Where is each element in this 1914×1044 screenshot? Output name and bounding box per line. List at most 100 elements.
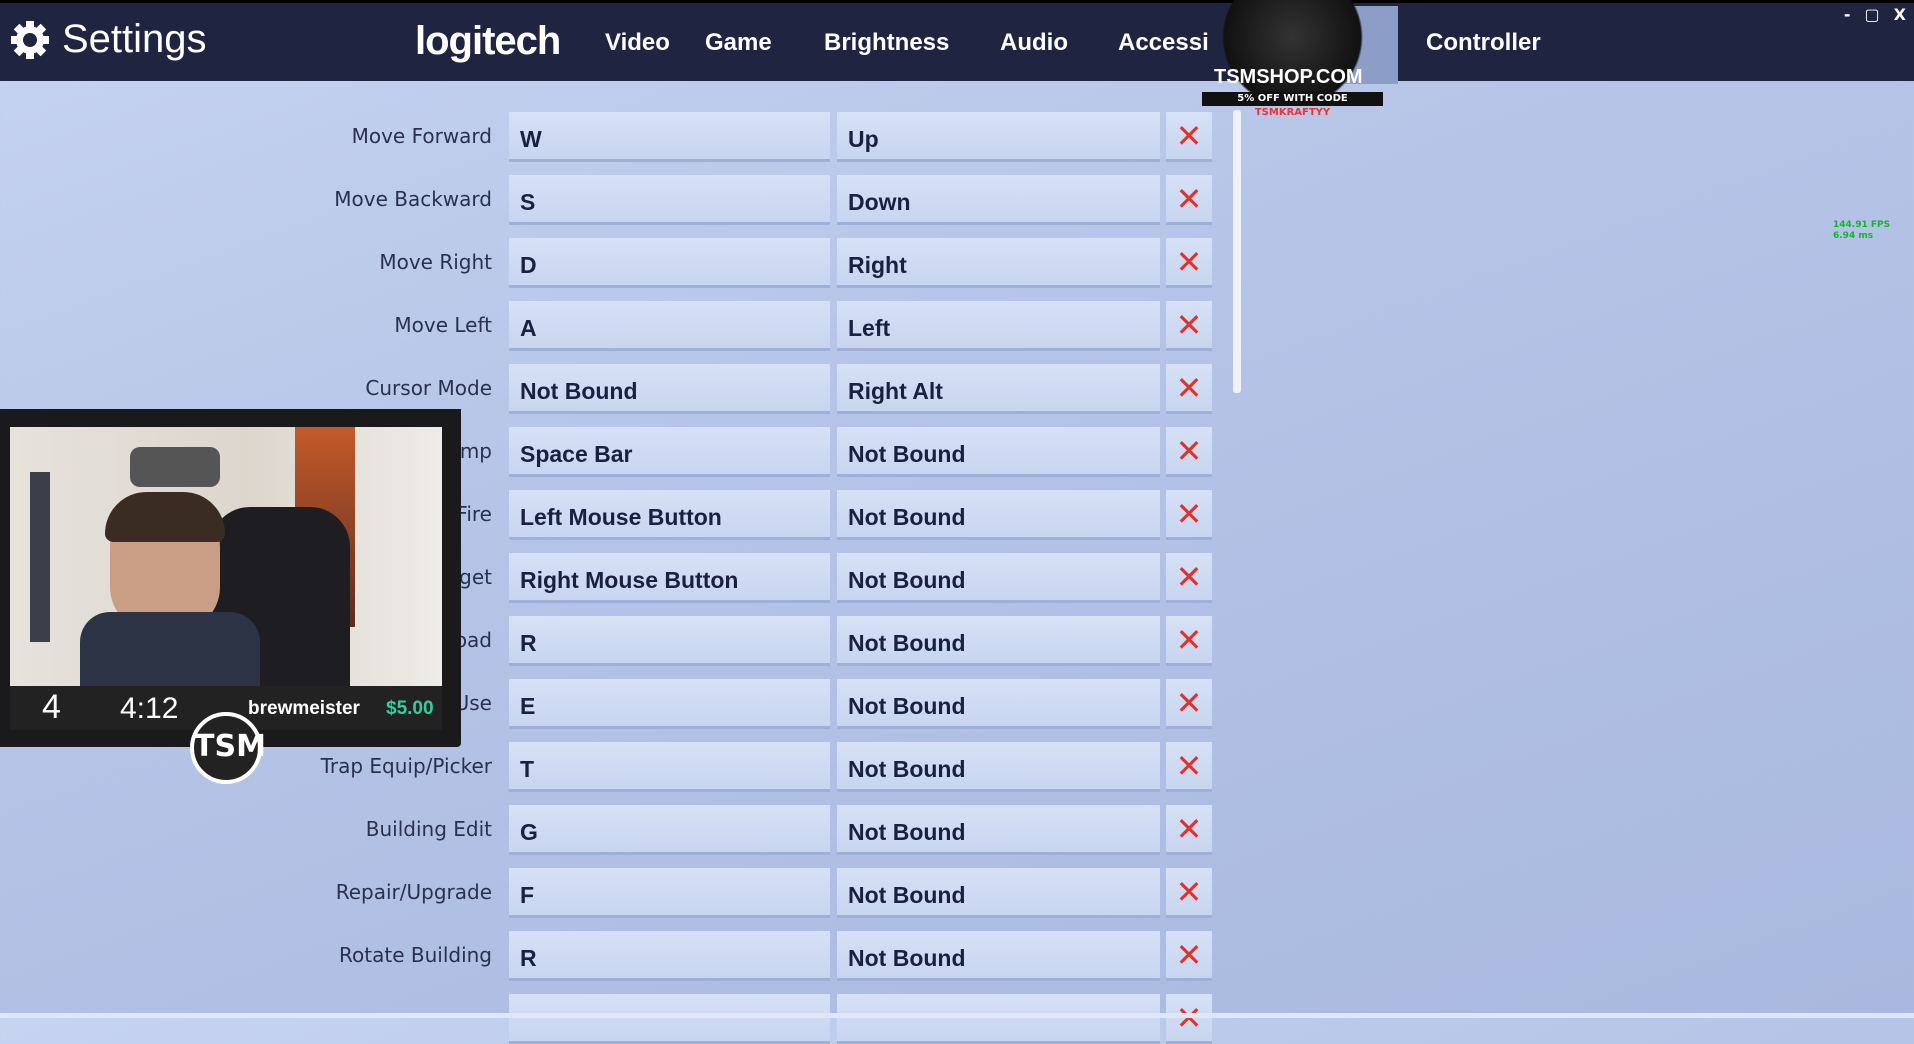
secondary-key-button[interactable]: Not Bound [837,679,1160,729]
keybind-row: Building Edit G Not Bound ✕ [0,805,1220,855]
clear-binding-button[interactable]: ✕ [1166,616,1212,666]
sub-count: 4 [42,688,61,726]
primary-key-button[interactable]: Space Bar [509,427,830,477]
tab-audio[interactable]: Audio [1000,29,1068,57]
action-label: Building Edit [365,817,492,841]
action-label: Repair/Upgrade [335,880,492,904]
tab-video[interactable]: Video [605,29,670,57]
clear-binding-button[interactable]: ✕ [1166,994,1212,1044]
primary-key-button[interactable]: Left Mouse Button [509,490,830,540]
secondary-key-button[interactable]: Not Bound [837,616,1160,666]
secondary-key-button[interactable]: Right [837,238,1160,288]
primary-key-button[interactable]: W [509,112,830,162]
secondary-key-button[interactable]: Not Bound [837,427,1160,477]
primary-key-button[interactable]: D [509,238,830,288]
close-icon: ✕ [1175,180,1203,218]
keybind-row: Move Right D Right ✕ [0,238,1220,288]
maximize-button[interactable]: ▢ [1865,5,1880,24]
minimize-button[interactable]: - [1844,5,1851,24]
secondary-key-button[interactable] [837,994,1160,1044]
primary-key-button[interactable]: R [509,931,830,981]
primary-key-button[interactable]: G [509,805,830,855]
tsm-shop-ad: TSMSHOP.COM 5% OFF WITH CODE TSMKRAFTYY [1202,0,1383,118]
scrollbar[interactable] [1233,110,1241,393]
primary-key-button[interactable]: F [509,868,830,918]
keybind-row: Trap Equip/Picker T Not Bound ✕ [0,742,1220,792]
secondary-key-button[interactable]: Down [837,175,1160,225]
title-text: Settings [62,17,207,61]
secondary-key-button[interactable]: Not Bound [837,805,1160,855]
close-button[interactable]: X [1894,5,1906,24]
action-label: Move Backward [334,187,492,211]
primary-key-button[interactable]: T [509,742,830,792]
primary-key-button[interactable]: Not Bound [509,364,830,414]
action-label: Fire [456,502,492,526]
keybind-row: Cursor Mode Not Bound Right Alt ✕ [0,364,1220,414]
primary-key-button[interactable]: S [509,175,830,225]
gear-icon [11,20,49,59]
window-controls: - ▢ X [1844,5,1906,24]
logitech-logo: logitech [415,19,561,63]
action-label: Move Right [379,250,492,274]
close-icon: ✕ [1175,432,1203,470]
secondary-key-button[interactable]: Not Bound [837,868,1160,918]
clear-binding-button[interactable]: ✕ [1166,868,1212,918]
tab-accessibility[interactable]: Accessibility [1118,29,1208,57]
ad-site: TSMSHOP.COM [1214,66,1363,88]
primary-key-button[interactable] [509,994,830,1044]
secondary-key-button[interactable]: Right Alt [837,364,1160,414]
clear-binding-button[interactable]: ✕ [1166,427,1212,477]
clear-binding-button[interactable]: ✕ [1166,553,1212,603]
clear-binding-button[interactable]: ✕ [1166,742,1212,792]
action-label: Move Left [394,313,492,337]
clear-binding-button[interactable]: ✕ [1166,238,1212,288]
secondary-key-button[interactable]: Not Bound [837,742,1160,792]
secondary-key-button[interactable]: Not Bound [837,931,1160,981]
clear-binding-button[interactable]: ✕ [1166,364,1212,414]
settings-title: Settings [10,17,207,62]
clear-binding-button[interactable]: ✕ [1166,679,1212,729]
close-icon: ✕ [1175,747,1203,785]
close-icon: ✕ [1175,810,1203,848]
tab-brightness[interactable]: Brightness [824,29,949,57]
close-icon: ✕ [1175,621,1203,659]
clear-binding-button[interactable]: ✕ [1166,490,1212,540]
action-label: Move Forward [351,124,492,148]
close-icon: ✕ [1175,558,1203,596]
tab-controller[interactable]: Controller [1426,29,1541,57]
action-label: get [459,565,492,589]
tab-game[interactable]: Game [705,29,772,57]
keybind-row: Rotate Building R Not Bound ✕ [0,931,1220,981]
primary-key-button[interactable]: E [509,679,830,729]
clear-binding-button[interactable]: ✕ [1166,805,1212,855]
keybind-row: Move Left A Left ✕ [0,301,1220,351]
tsm-logo: TSM [190,712,266,784]
close-icon: ✕ [1175,306,1203,344]
keybind-row: Move Forward W Up ✕ [0,112,1220,162]
ad-code: 5% OFF WITH CODE TSMKRAFTYY [1202,92,1383,118]
clear-binding-button[interactable]: ✕ [1166,931,1212,981]
webcam-overlay: 4 4:12 brewmeister $5.00 TSM [0,409,461,784]
close-icon: ✕ [1175,495,1203,533]
keybind-row: Repair/Upgrade F Not Bound ✕ [0,868,1220,918]
action-label: Rotate Building [339,943,492,967]
close-icon: ✕ [1175,936,1203,974]
donation-amount: $5.00 [386,698,434,719]
secondary-key-button[interactable]: Up [837,112,1160,162]
clear-binding-button[interactable]: ✕ [1166,301,1212,351]
primary-key-button[interactable]: Right Mouse Button [509,553,830,603]
keybind-row: Move Backward S Down ✕ [0,175,1220,225]
primary-key-button[interactable]: A [509,301,830,351]
clear-binding-button[interactable]: ✕ [1166,112,1212,162]
close-icon: ✕ [1175,873,1203,911]
close-icon: ✕ [1175,999,1203,1037]
donor-name: brewmeister [248,698,360,719]
secondary-key-button[interactable]: Left [837,301,1160,351]
top-nav-bar: Settings logitech Video Game Brightness … [0,0,1914,84]
secondary-key-button[interactable]: Not Bound [837,490,1160,540]
clear-binding-button[interactable]: ✕ [1166,175,1212,225]
keybind-row: ✕ [0,994,1220,1044]
close-icon: ✕ [1175,243,1203,281]
primary-key-button[interactable]: R [509,616,830,666]
secondary-key-button[interactable]: Not Bound [837,553,1160,603]
